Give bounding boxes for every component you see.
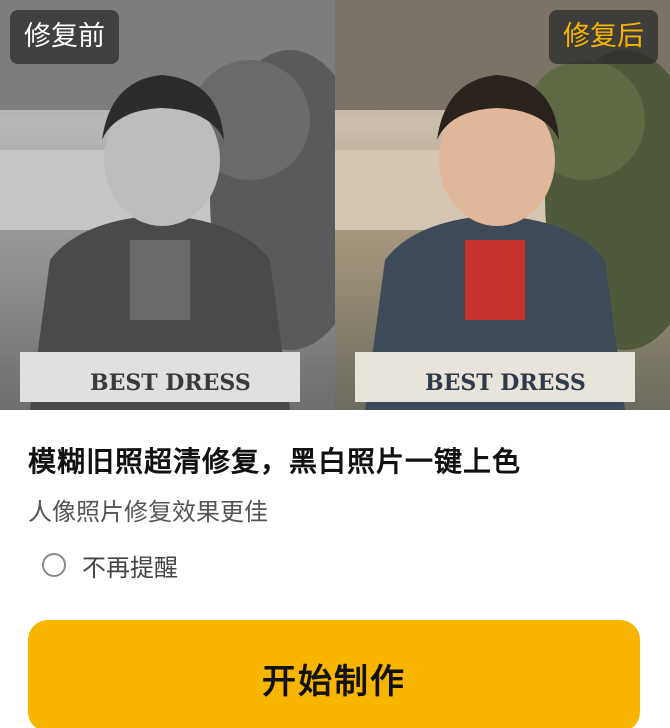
dont-remind-label: 不再提醒 — [82, 553, 178, 582]
shirt-print: BEST DRESS — [425, 370, 586, 396]
start-button-label: 开始制作 — [262, 662, 406, 702]
before-label: 修复前 — [10, 10, 119, 64]
photo-comparison: BEST DRESS BEST DRESS 修复前 修复后 — [0, 0, 670, 410]
after-label: 修复后 — [549, 10, 658, 64]
start-button[interactable]: 开始制作 — [28, 620, 640, 728]
headline: 模糊旧照超清修复，黑白照片一键上色 — [28, 445, 522, 478]
radio-circle-icon[interactable] — [42, 553, 66, 577]
subtitle: 人像照片修复效果更佳 — [28, 498, 268, 526]
dont-remind-option[interactable]: 不再提醒 — [42, 548, 178, 582]
shirt-print: BEST DRESS — [90, 370, 251, 396]
